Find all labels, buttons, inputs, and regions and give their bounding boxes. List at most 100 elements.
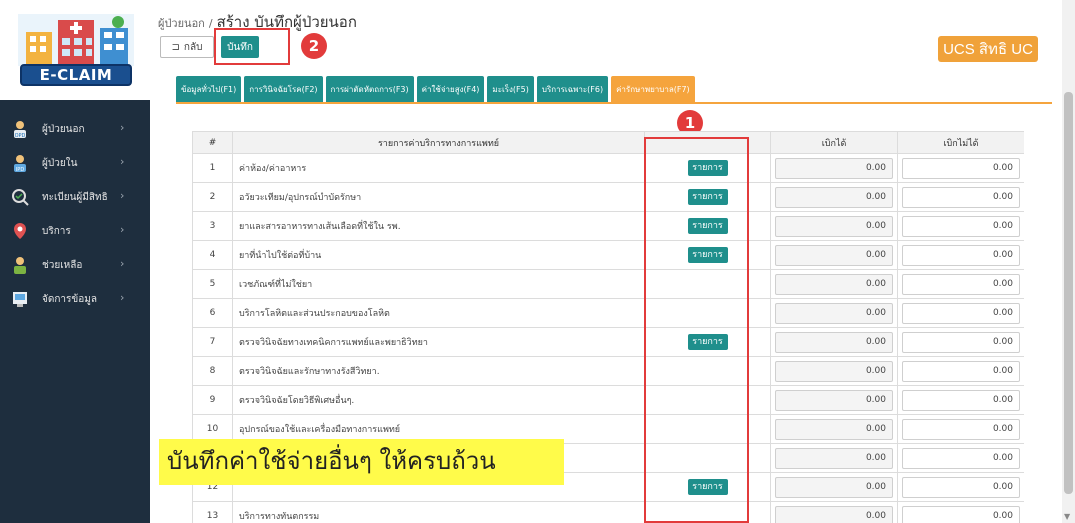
back-button-label: กลับ	[183, 41, 203, 53]
row-number: 3	[192, 211, 233, 241]
row-item-name: บริการโลหิตและส่วนประกอบของโลหิต	[232, 298, 645, 328]
claimable-amount-field[interactable]: 0.00	[775, 331, 893, 353]
non-claimable-cell: 0.00	[897, 182, 1024, 212]
non-claimable-amount-field[interactable]: 0.00	[902, 418, 1020, 440]
detail-column-highlight-box	[644, 137, 749, 523]
logo-area: E-CLAIM	[0, 0, 150, 100]
tab-f2[interactable]: การวินิจฉัยโรค(F2)	[244, 76, 323, 102]
breadcrumb-parent[interactable]: ผู้ป่วยนอก	[158, 14, 205, 32]
non-claimable-amount-field[interactable]: 0.00	[902, 447, 1020, 469]
claimable-amount-field[interactable]: 0.00	[775, 418, 893, 440]
claimable-amount-field[interactable]: 0.00	[775, 447, 893, 469]
claimable-cell: 0.00	[770, 269, 898, 299]
registry-search-icon	[10, 187, 30, 207]
sidebar-item-5[interactable]: ช่วยเหลือ ›	[0, 248, 150, 282]
claimable-amount-field[interactable]: 0.00	[775, 186, 893, 208]
tab-f1[interactable]: ข้อมูลทั่วไป(F1)	[176, 76, 242, 102]
data-manage-icon	[10, 289, 30, 309]
non-claimable-cell: 0.00	[897, 298, 1024, 328]
non-claimable-amount-field[interactable]: 0.00	[902, 360, 1020, 382]
sidebar-item-4[interactable]: บริการ ›	[0, 214, 150, 248]
table-row: 1 ค่าห้อง/ค่าอาหาร รายการ 0.00 0.00	[192, 153, 1024, 183]
claimable-cell: 0.00	[770, 472, 898, 502]
claimable-cell: 0.00	[770, 356, 898, 386]
help-person-icon	[10, 255, 30, 275]
sidebar-item-label: ทะเบียนผู้มีสิทธิ	[42, 192, 108, 203]
claimable-amount-field[interactable]: 0.00	[775, 476, 893, 498]
scroll-down-arrow-icon[interactable]: ▼	[1064, 512, 1070, 521]
scrollbar-thumb[interactable]	[1064, 92, 1073, 494]
claimable-cell: 0.00	[770, 153, 898, 183]
non-claimable-cell: 0.00	[897, 414, 1024, 444]
table-row: 9 ตรวจวินิจฉัยโดยวิธีพิเศษอื่นๆ. 0.00 0.00	[192, 385, 1024, 415]
location-pin-icon	[10, 221, 30, 241]
non-claimable-cell: 0.00	[897, 327, 1024, 357]
claimable-amount-field[interactable]: 0.00	[775, 244, 893, 266]
non-claimable-amount-field[interactable]: 0.00	[902, 273, 1020, 295]
save-highlight-box	[214, 28, 290, 65]
claimable-amount-field[interactable]: 0.00	[775, 302, 893, 324]
claimable-amount-field[interactable]: 0.00	[775, 157, 893, 179]
col-header-non-claimable: เบิกไม่ได้	[897, 131, 1024, 154]
chevron-right-icon: ›	[120, 291, 125, 304]
claimable-amount-field[interactable]: 0.00	[775, 389, 893, 411]
sidebar: E-CLAIM OPD ผู้ป่วยนอก › IPD ผู้ป่วยใน › ทะเบี…	[0, 0, 150, 523]
page-scrollbar[interactable]: ▼	[1062, 0, 1075, 523]
tab-underline	[176, 102, 1052, 104]
non-claimable-amount-field[interactable]: 0.00	[902, 476, 1020, 498]
col-header-claimable: เบิกได้	[770, 131, 898, 154]
claimable-amount-field[interactable]: 0.00	[775, 505, 893, 523]
sidebar-item-3[interactable]: ทะเบียนผู้มีสิทธิ ›	[0, 180, 150, 214]
non-claimable-amount-field[interactable]: 0.00	[902, 244, 1020, 266]
ipd-patient-icon: IPD	[10, 153, 30, 173]
instruction-caption: บันทึกค่าใช้จ่ายอื่นๆ ให้ครบถ้วน	[159, 439, 564, 485]
row-item-name: เวชภัณฑ์ที่ไม่ใช่ยา	[232, 269, 645, 299]
row-number: 2	[192, 182, 233, 212]
back-arrow-icon: ⊐	[171, 41, 180, 53]
table-row: 4 ยาที่นำไปใช้ต่อที่บ้าน รายการ 0.00 0.00	[192, 240, 1024, 270]
claimable-amount-field[interactable]: 0.00	[775, 215, 893, 237]
sidebar-item-2[interactable]: IPD ผู้ป่วยใน ›	[0, 146, 150, 180]
non-claimable-cell: 0.00	[897, 269, 1024, 299]
non-claimable-amount-field[interactable]: 0.00	[902, 302, 1020, 324]
non-claimable-amount-field[interactable]: 0.00	[902, 389, 1020, 411]
tab-f6[interactable]: บริการเฉพาะ(F6)	[536, 76, 609, 102]
tab-f3[interactable]: การผ่าตัดหัตถการ(F3)	[325, 76, 414, 102]
non-claimable-amount-field[interactable]: 0.00	[902, 331, 1020, 353]
tab-f7[interactable]: ค่ารักษาพยาบาล(F7)	[611, 76, 695, 102]
claimable-amount-field[interactable]: 0.00	[775, 360, 893, 382]
row-item-name: ยาและสารอาหารทางเส้นเลือดที่ใช้ใน รพ.	[232, 211, 645, 241]
svg-text:IPD: IPD	[16, 167, 24, 173]
claimable-amount-field[interactable]: 0.00	[775, 273, 893, 295]
hospital-illustration-icon	[18, 14, 134, 66]
non-claimable-amount-field[interactable]: 0.00	[902, 215, 1020, 237]
non-claimable-amount-field[interactable]: 0.00	[902, 505, 1020, 523]
col-header-num: #	[192, 131, 233, 154]
tab-bar: ข้อมูลทั่วไป(F1) การวินิจฉัยโรค(F2) การผ่า…	[176, 76, 695, 102]
non-claimable-amount-field[interactable]: 0.00	[902, 186, 1020, 208]
row-number: 5	[192, 269, 233, 299]
non-claimable-amount-field[interactable]: 0.00	[902, 157, 1020, 179]
row-number: 9	[192, 385, 233, 415]
non-claimable-cell: 0.00	[897, 472, 1024, 502]
row-item-name: บริการทางทันตกรรม	[232, 501, 645, 523]
table-row: 8 ตรวจวินิจฉัยและรักษาทางรังสีวิทยา. 0.00 0…	[192, 356, 1024, 386]
sidebar-item-label: ผู้ป่วยใน	[42, 158, 78, 169]
row-item-name: ยาที่นำไปใช้ต่อที่บ้าน	[232, 240, 645, 270]
table-row: 13 บริการทางทันตกรรม 0.00 0.00	[192, 501, 1024, 523]
table-header-row: # รายการค่าบริการทางการแพทย์ เบิกได้ เบิ…	[192, 131, 1024, 154]
row-number: 1	[192, 153, 233, 183]
tab-f5[interactable]: มะเร็ง(F5)	[487, 76, 534, 102]
tab-f4[interactable]: ค่าใช้จ่ายสูง(F4)	[416, 76, 485, 102]
claimable-cell: 0.00	[770, 240, 898, 270]
chevron-right-icon: ›	[120, 189, 125, 202]
chevron-right-icon: ›	[120, 121, 125, 134]
claimable-cell: 0.00	[770, 327, 898, 357]
back-button[interactable]: ⊐ กลับ	[160, 36, 214, 58]
sidebar-item-6[interactable]: จัดการข้อมูล ›	[0, 282, 150, 316]
claimable-cell: 0.00	[770, 182, 898, 212]
sidebar-item-label: บริการ	[42, 226, 71, 237]
row-number: 6	[192, 298, 233, 328]
sidebar-item-1[interactable]: OPD ผู้ป่วยนอก ›	[0, 112, 150, 146]
svg-text:OPD: OPD	[15, 133, 26, 139]
